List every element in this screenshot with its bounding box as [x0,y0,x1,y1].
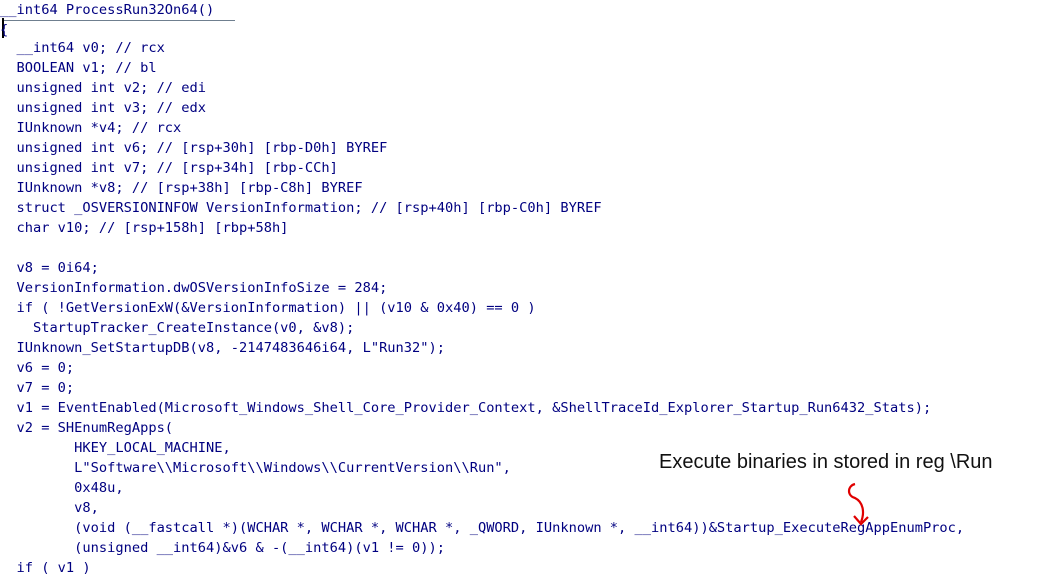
code-line-14[interactable]: v8 = 0i64; [0,258,98,278]
decompiler-view[interactable]: __int64 ProcessRun32On64() { __int64 v0;… [0,0,1061,578]
code-line-3[interactable]: __int64 v0; // rcx [0,38,164,58]
code-line-28[interactable]: (unsigned __int64)&v6 & -(__int64)(v1 !=… [0,538,445,558]
code-line-26[interactable]: v8, [0,498,99,518]
code-line-2[interactable]: { [0,20,8,40]
code-line-20[interactable]: v7 = 0; [0,378,74,398]
code-line-6[interactable]: unsigned int v3; // edx [0,98,206,118]
code-line-23[interactable]: HKEY_LOCAL_MACHINE, [0,438,231,458]
red-arrow-icon [847,482,869,526]
code-line-7[interactable]: IUnknown *v4; // rcx [0,118,181,138]
code-line-12[interactable]: char v10; // [rsp+158h] [rbp+58h] [0,218,288,238]
code-line-4[interactable]: BOOLEAN v1; // bl [0,58,156,78]
code-line-29[interactable]: if ( v1 ) [0,558,90,578]
code-line-17[interactable]: StartupTracker_CreateInstance(v0, &v8); [0,318,354,338]
code-line-5[interactable]: unsigned int v2; // edi [0,78,206,98]
code-line-1[interactable]: __int64 ProcessRun32On64() [0,0,214,20]
code-line-27[interactable]: (void (__fastcall *)(WCHAR *, WCHAR *, W… [0,518,964,538]
annotation-label: Execute binaries in stored in reg \Run [659,451,993,473]
code-line-8[interactable]: unsigned int v6; // [rsp+30h] [rbp-D0h] … [0,138,387,158]
code-line-16[interactable]: if ( !GetVersionExW(&VersionInformation)… [0,298,535,318]
code-line-19[interactable]: v6 = 0; [0,358,74,378]
code-line-22[interactable]: v2 = SHEnumRegApps( [0,418,173,438]
code-line-15[interactable]: VersionInformation.dwOSVersionInfoSize =… [0,278,387,298]
code-line-10[interactable]: IUnknown *v8; // [rsp+38h] [rbp-C8h] BYR… [0,178,362,198]
code-line-18[interactable]: IUnknown_SetStartupDB(v8, -2147483646i64… [0,338,445,358]
code-line-24[interactable]: L"Software\\Microsoft\\Windows\\CurrentV… [0,458,511,478]
code-line-21[interactable]: v1 = EventEnabled(Microsoft_Windows_Shel… [0,398,931,418]
code-line-9[interactable]: unsigned int v7; // [rsp+34h] [rbp-CCh] [0,158,337,178]
code-line-25[interactable]: 0x48u, [0,478,123,498]
code-line-11[interactable]: struct _OSVERSIONINFOW VersionInformatio… [0,198,601,218]
